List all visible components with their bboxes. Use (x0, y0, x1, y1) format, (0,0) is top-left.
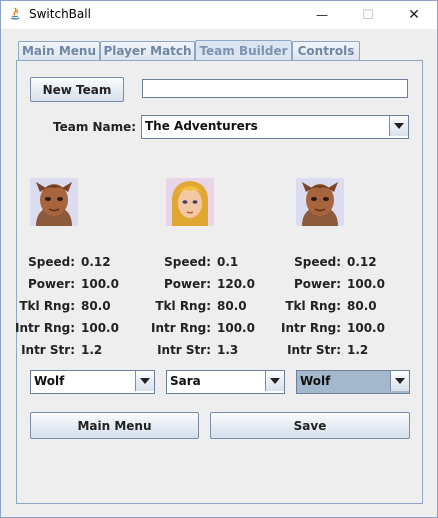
tab-label: Player Match (103, 44, 192, 58)
tab-team-builder[interactable]: Team Builder (195, 40, 292, 61)
intr-rng-value: 100.0 (217, 321, 255, 335)
player-2-stats: Speed: 0.1 Power: 120.0 Tkl Rng: 80.0 Intr … (141, 255, 255, 365)
power-value: 100.0 (81, 277, 119, 291)
button-label: New Team (42, 82, 112, 97)
tab-label: Controls (297, 44, 355, 58)
intr-str-label: Intr Str: (287, 343, 341, 357)
java-app-icon (10, 7, 20, 20)
player-1-stats: Speed: 0.12 Power: 100.0 Tkl Rng: 80.0 Intr… (5, 255, 119, 365)
power-value: 120.0 (217, 277, 255, 291)
speed-value: 0.12 (81, 255, 111, 269)
chevron-down-icon[interactable] (390, 371, 409, 391)
intr-rng-value: 100.0 (347, 321, 385, 335)
tab-label: Main Menu (21, 44, 97, 58)
button-label: Main Menu (77, 418, 152, 433)
player-1-combo[interactable]: Wolf (30, 370, 155, 394)
maximize-icon: ☐ (362, 7, 374, 23)
intr-rng-label: Intr Rng: (14, 321, 75, 335)
maximize-button[interactable]: ☐ (345, 1, 391, 29)
intr-rng-label: Intr Rng: (280, 321, 341, 335)
team-name-combo[interactable]: The Adventurers (141, 115, 409, 139)
tab-controls[interactable]: Controls (292, 41, 360, 60)
save-button[interactable]: Save (210, 412, 410, 439)
button-label: Save (293, 418, 327, 433)
tkl-rng-value: 80.0 (81, 299, 111, 313)
team-name-value: The Adventurers (145, 119, 258, 133)
intr-str-label: Intr Str: (21, 343, 75, 357)
close-button[interactable]: ✕ (391, 1, 437, 29)
power-label: Power: (28, 277, 75, 291)
window-title: SwitchBall (29, 7, 91, 21)
tkl-rng-value: 80.0 (347, 299, 377, 313)
power-label: Power: (164, 277, 211, 291)
player-3-stats: Speed: 0.12 Power: 100.0 Tkl Rng: 80.0 Intr… (271, 255, 385, 365)
intr-str-value: 1.2 (347, 343, 369, 357)
tkl-rng-label: Tkl Rng: (285, 299, 341, 313)
chevron-down-icon[interactable] (265, 371, 284, 391)
sara-portrait-icon (166, 178, 214, 226)
player-3-value: Wolf (300, 374, 331, 388)
intr-rng-label: Intr Rng: (150, 321, 211, 335)
team-name-label: Team Name: (53, 120, 137, 134)
intr-str-value: 1.2 (81, 343, 103, 357)
intr-str-value: 1.3 (217, 343, 239, 357)
player-1-value: Wolf (34, 374, 65, 388)
speed-value: 0.12 (347, 255, 377, 269)
tkl-rng-value: 80.0 (217, 299, 247, 313)
intr-rng-value: 100.0 (81, 321, 119, 335)
minimize-icon: — (316, 8, 328, 22)
tkl-rng-label: Tkl Rng: (155, 299, 211, 313)
wolf-portrait-icon (296, 178, 344, 226)
app-window: SwitchBall — ☐ ✕ Main Menu Player Match … (0, 0, 438, 518)
intr-str-label: Intr Str: (157, 343, 211, 357)
close-icon: ✕ (408, 7, 420, 23)
tab-player-match[interactable]: Player Match (100, 41, 195, 60)
chevron-down-icon[interactable] (389, 116, 408, 136)
speed-label: Speed: (28, 255, 75, 269)
minimize-button[interactable]: — (299, 1, 345, 29)
player-2-combo[interactable]: Sara (166, 370, 285, 394)
tkl-rng-label: Tkl Rng: (19, 299, 75, 313)
player-2-value: Sara (170, 374, 201, 388)
speed-value: 0.1 (217, 255, 239, 269)
speed-label: Speed: (294, 255, 341, 269)
title-bar[interactable]: SwitchBall — ☐ ✕ (1, 1, 437, 29)
new-team-input[interactable] (142, 79, 408, 98)
tab-main-menu[interactable]: Main Menu (18, 41, 100, 60)
power-value: 100.0 (347, 277, 385, 291)
speed-label: Speed: (164, 255, 211, 269)
player-3-combo[interactable]: Wolf (296, 370, 410, 394)
chevron-down-icon[interactable] (135, 371, 154, 391)
new-team-button[interactable]: New Team (30, 77, 124, 102)
wolf-portrait-icon (30, 178, 78, 226)
power-label: Power: (294, 277, 341, 291)
tab-label: Team Builder (199, 44, 288, 58)
main-menu-button[interactable]: Main Menu (30, 412, 199, 439)
